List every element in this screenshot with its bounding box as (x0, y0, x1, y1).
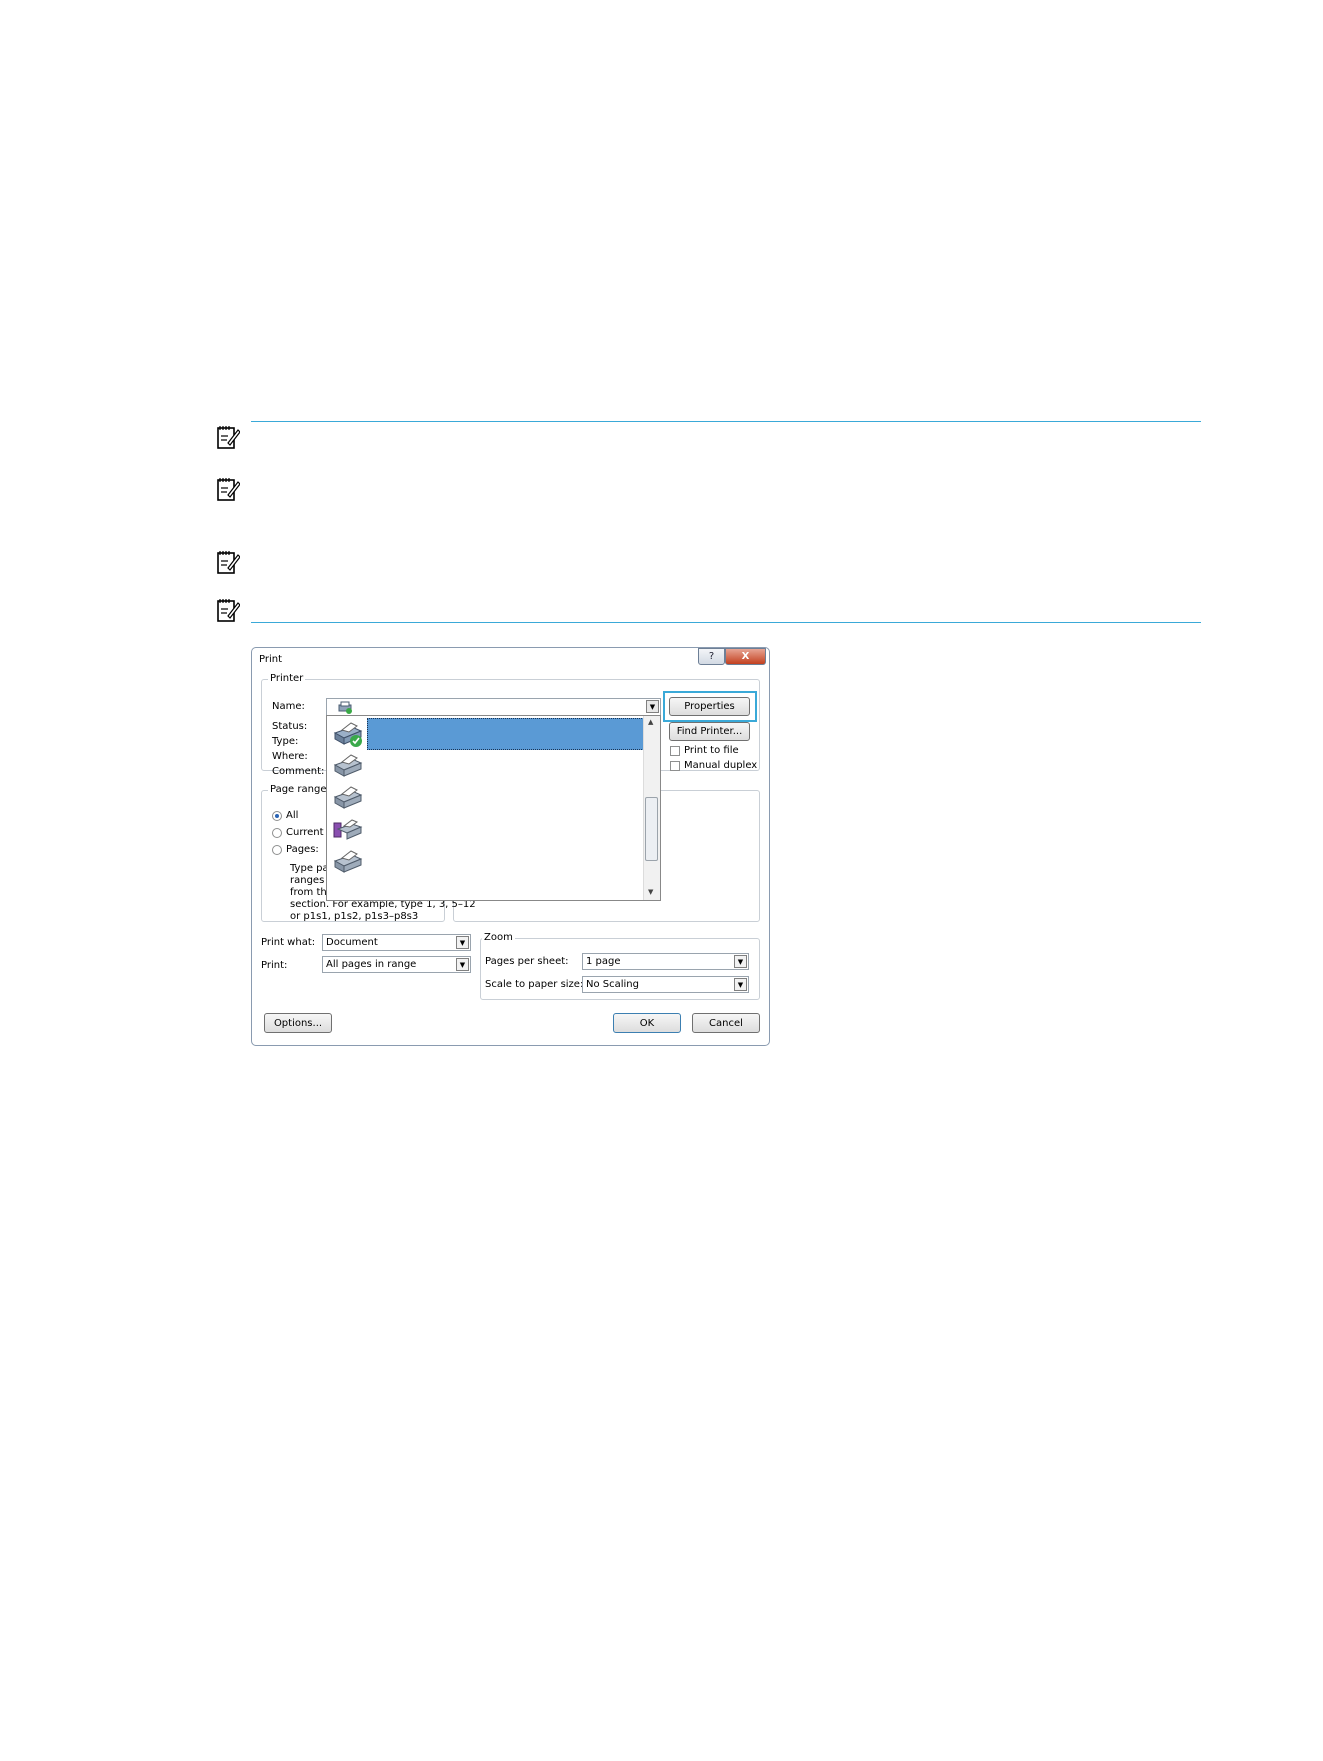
scroll-up-icon[interactable]: ▲ (648, 718, 653, 726)
printer-icon (333, 722, 363, 747)
printer-icon (333, 754, 363, 777)
pages-radio[interactable] (272, 845, 282, 855)
scroll-thumb[interactable] (645, 797, 658, 861)
printer-icon (338, 701, 352, 714)
printer-name-select[interactable]: ▼ (326, 698, 661, 716)
fax-printer-icon (333, 819, 363, 840)
printer-icon (333, 786, 363, 809)
print-value: All pages in range (326, 959, 417, 970)
manual-duplex-label: Manual duplex (684, 760, 758, 771)
zoom-group-label: Zoom (482, 932, 515, 943)
list-item[interactable] (327, 814, 645, 846)
manual-duplex-checkbox[interactable] (670, 761, 680, 771)
print-label: Print: (261, 960, 288, 971)
chevron-down-icon[interactable]: ▼ (456, 958, 469, 971)
note-icon (217, 599, 240, 622)
bottom-rule (251, 622, 1201, 623)
current-page-radio[interactable] (272, 828, 282, 838)
print-what-value: Document (326, 937, 378, 948)
cancel-button[interactable]: Cancel (692, 1013, 760, 1033)
note-icon (217, 478, 240, 501)
options-button[interactable]: Options... (264, 1013, 332, 1033)
type-label: Type: (272, 736, 299, 747)
scale-label: Scale to paper size: (485, 979, 584, 990)
find-printer-button[interactable]: Find Printer... (669, 722, 750, 741)
pages-per-sheet-select[interactable]: 1 page ▼ (582, 953, 749, 970)
printer-group-label: Printer (268, 673, 306, 684)
chevron-down-icon[interactable]: ▼ (646, 700, 659, 713)
range-hint-line: Type pa (290, 863, 329, 874)
print-to-file-label: Print to file (684, 745, 739, 756)
all-label: All (286, 810, 299, 821)
print-what-select[interactable]: Document ▼ (322, 934, 471, 951)
scale-value: No Scaling (586, 979, 639, 990)
list-item[interactable] (327, 782, 645, 814)
ok-button[interactable]: OK (613, 1013, 681, 1033)
print-select[interactable]: All pages in range ▼ (322, 956, 471, 973)
scroll-down-icon[interactable]: ▼ (648, 888, 653, 896)
printer-dropdown-list[interactable]: ▲ ▼ (326, 715, 661, 901)
dialog-title: Print (259, 654, 283, 665)
note-icon (217, 426, 240, 449)
status-label: Status: (272, 721, 308, 732)
list-scrollbar[interactable]: ▲ ▼ (643, 716, 660, 900)
comment-label: Comment: (272, 766, 325, 777)
note-icon (217, 551, 240, 574)
page-range-group-label: Page range (268, 784, 329, 795)
print-to-file-checkbox[interactable] (670, 746, 680, 756)
pages-label: Pages: (286, 844, 319, 855)
list-item[interactable] (327, 846, 645, 878)
printer-icon (333, 850, 363, 873)
pages-per-sheet-label: Pages per sheet: (485, 956, 569, 967)
chevron-down-icon[interactable]: ▼ (734, 955, 747, 968)
scale-select[interactable]: No Scaling ▼ (582, 976, 749, 993)
help-button[interactable]: ? (698, 648, 725, 665)
top-rule (251, 421, 1201, 422)
where-label: Where: (272, 751, 308, 762)
chevron-down-icon[interactable]: ▼ (456, 936, 469, 949)
range-hint-line: or p1s1, p1s2, p1s3–p8s3 (290, 911, 419, 922)
pages-per-sheet-value: 1 page (586, 956, 621, 967)
all-radio[interactable] (272, 811, 282, 821)
properties-highlight (663, 691, 757, 722)
chevron-down-icon[interactable]: ▼ (734, 978, 747, 991)
close-button[interactable]: X (725, 648, 766, 665)
print-dialog: Print ? X Printer Name: ▼ Status: Type: … (251, 647, 770, 1046)
name-label: Name: (272, 701, 305, 712)
print-what-label: Print what: (261, 937, 316, 948)
list-item[interactable] (327, 718, 645, 750)
list-item[interactable] (327, 750, 645, 782)
